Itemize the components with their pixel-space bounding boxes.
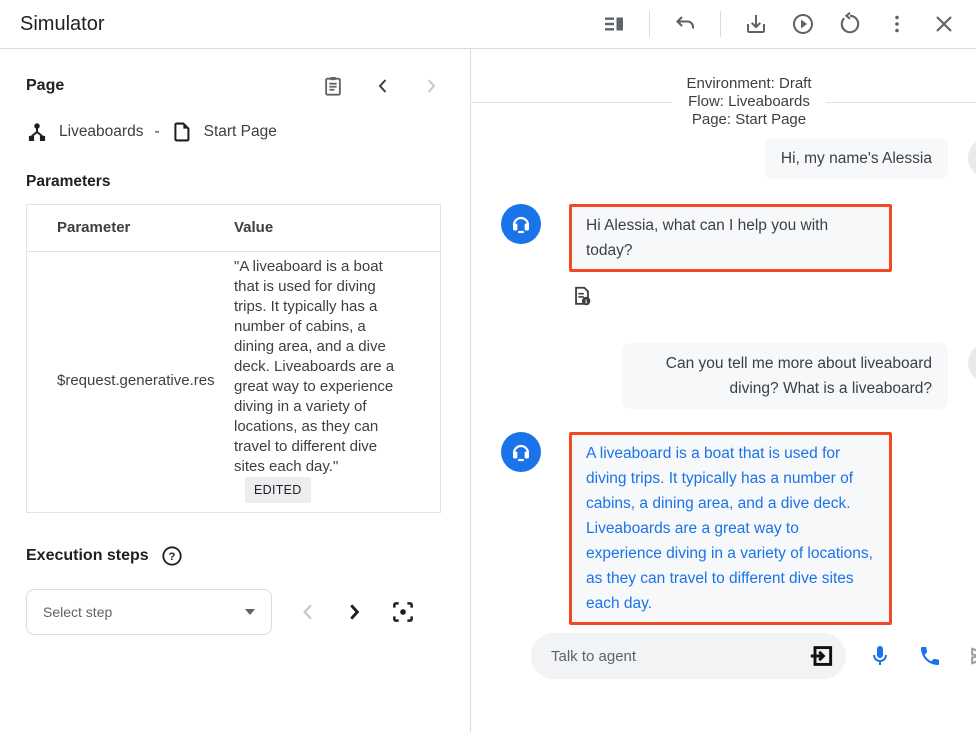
talk-to-agent-input[interactable] (551, 648, 808, 665)
edited-badge: EDITED (245, 477, 311, 503)
table-row[interactable]: $request.generative.res "A liveaboard is… (27, 252, 440, 512)
undo-icon[interactable] (673, 12, 697, 36)
user-message-bubble: Hi, my name's Alessia (765, 138, 948, 179)
page-icon (171, 121, 193, 143)
conversation-panel: Environment: Draft Flow: Liveaboards Pag… (471, 49, 976, 732)
parameter-value: "A liveaboard is a boat that is used for… (234, 257, 440, 503)
headset-icon (509, 212, 533, 236)
environment-label: Environment: Draft (686, 75, 811, 93)
submit-input-icon[interactable] (808, 642, 836, 670)
breadcrumb: Liveaboards - Start Page (26, 121, 440, 143)
dropdown-caret-icon (245, 609, 255, 615)
page-section-title: Page (26, 77, 64, 95)
agent-message-row: A liveaboard is a boat that is used for … (501, 432, 976, 625)
column-header-parameter: Parameter (57, 219, 130, 236)
clipboard-icon[interactable] (322, 75, 344, 97)
run-icon[interactable] (791, 12, 815, 36)
help-icon[interactable]: ? (161, 545, 183, 567)
avatar (501, 432, 541, 472)
execution-steps-title: Execution steps (26, 547, 149, 565)
avatar (501, 204, 541, 244)
page-title: Simulator (20, 13, 104, 36)
prev-page-chevron-icon[interactable] (374, 77, 392, 95)
prev-step-chevron-icon[interactable] (298, 602, 318, 622)
reset-icon[interactable] (838, 12, 862, 36)
flow-label: Flow: Liveaboards (686, 93, 811, 111)
user-message-row: Can you tell me more about liveaboard di… (501, 343, 976, 409)
chat-transcript: Hi, my name's Alessia (471, 138, 976, 679)
avatar (968, 343, 976, 383)
avatar (968, 138, 976, 178)
response-info-row (571, 285, 976, 312)
step-select[interactable]: Select step (26, 589, 272, 635)
send-icon[interactable] (968, 643, 976, 669)
next-step-chevron-icon[interactable] (344, 602, 364, 622)
page-label: Page: Start Page (686, 111, 811, 129)
microphone-icon[interactable] (868, 644, 892, 668)
parameters-title: Parameters (26, 173, 440, 191)
parameters-table-header: Parameter Value (27, 205, 440, 252)
more-menu-icon[interactable] (885, 12, 909, 36)
topbar: Simulator (0, 0, 976, 49)
original-response-info-icon[interactable] (571, 285, 593, 307)
simulator-left-panel: Page Livea (0, 49, 471, 732)
save-icon[interactable] (744, 12, 768, 36)
agent-message-bubble-highlighted: Hi Alessia, what can I help you with tod… (569, 204, 892, 272)
phone-icon[interactable] (918, 644, 942, 668)
step-select-value: Select step (43, 604, 112, 620)
close-icon[interactable] (932, 12, 956, 36)
toolbar-divider (720, 11, 721, 37)
focus-step-icon[interactable] (390, 599, 416, 625)
toolbar (602, 11, 956, 37)
agent-message-row: Hi Alessia, what can I help you with tod… (501, 204, 976, 272)
toolbar-divider (649, 11, 650, 37)
user-message-bubble: Can you tell me more about liveaboard di… (622, 343, 948, 409)
flow-icon (26, 121, 48, 143)
svg-text:?: ? (168, 551, 175, 563)
page-name: Start Page (204, 123, 277, 141)
column-header-value: Value (234, 219, 273, 236)
parameters-table: Parameter Value $request.generative.res … (26, 204, 441, 513)
side-panel-toggle-icon[interactable] (602, 12, 626, 36)
parameter-name: $request.generative.res (27, 372, 234, 389)
chat-input-pill[interactable] (531, 633, 846, 679)
flow-name: Liveaboards (59, 123, 143, 141)
next-page-chevron-icon[interactable] (422, 77, 440, 95)
breadcrumb-separator: - (154, 123, 159, 141)
agent-message-bubble-highlighted: A liveaboard is a boat that is used for … (569, 432, 892, 625)
headset-icon (509, 440, 533, 464)
chat-input-row (501, 633, 976, 679)
user-message-row: Hi, my name's Alessia (501, 138, 976, 179)
environment-header: Environment: Draft Flow: Liveaboards Pag… (471, 75, 976, 129)
